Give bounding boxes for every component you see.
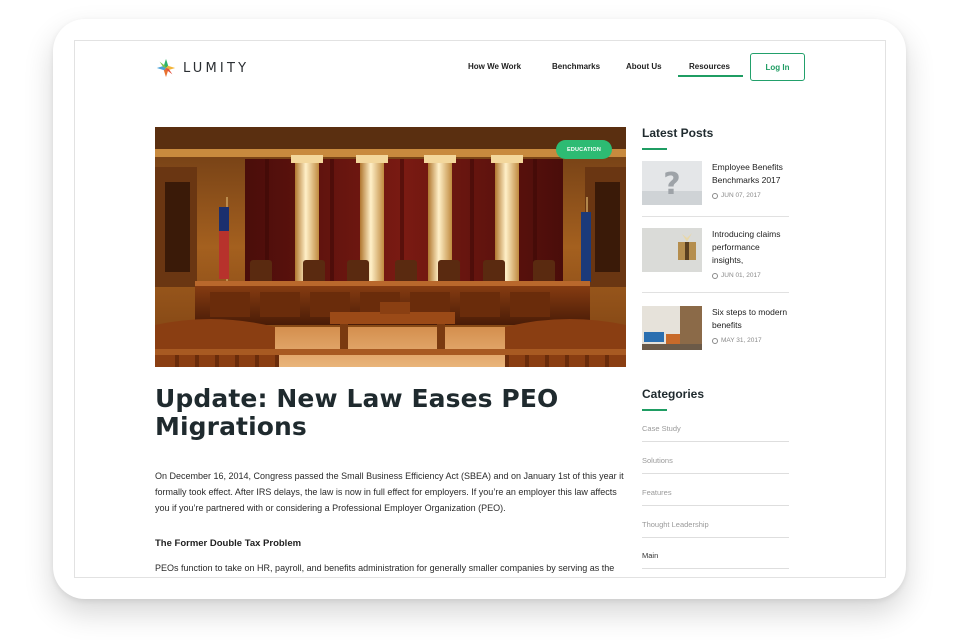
post-date-text: MAY 31, 2017 xyxy=(721,337,762,344)
category-label[interactable]: Features xyxy=(642,488,672,497)
divider xyxy=(642,292,789,293)
post-thumbnail[interactable] xyxy=(642,228,702,272)
hero-image[interactable]: EDUCATION xyxy=(155,127,626,367)
divider xyxy=(642,216,789,217)
post-date-text: JUN 01, 2017 xyxy=(721,272,761,279)
lumity-logo-icon xyxy=(156,58,176,78)
post-date: MAY 31, 2017 xyxy=(712,337,762,344)
latest-posts-heading: Latest Posts xyxy=(642,126,714,150)
clock-icon xyxy=(712,192,718,199)
post-date: JUN 01, 2017 xyxy=(712,272,761,279)
gift-box-image xyxy=(642,228,702,272)
category-link[interactable]: Features xyxy=(642,488,789,506)
divider xyxy=(642,473,789,474)
brand-logo[interactable]: LUMITY xyxy=(155,57,249,79)
divider xyxy=(642,537,789,538)
nav-about-us[interactable]: About Us xyxy=(626,62,662,71)
category-link[interactable]: Solutions xyxy=(642,456,789,474)
login-button[interactable]: Log In xyxy=(750,53,805,81)
article-body: PEOs function to take on HR, payroll, an… xyxy=(155,563,615,573)
clock-icon xyxy=(712,272,718,279)
office-image xyxy=(642,306,702,350)
category-link[interactable]: Thought Leadership xyxy=(642,520,789,538)
latest-posts-title: Latest Posts xyxy=(642,126,714,140)
post-title[interactable]: Six steps to modern benefits xyxy=(712,306,790,332)
category-label[interactable]: Thought Leadership xyxy=(642,520,709,529)
divider xyxy=(642,568,789,569)
article-title: Update: New Law Eases PEO Migrations xyxy=(155,384,559,441)
categories-title: Categories xyxy=(642,387,705,401)
category-tag[interactable]: EDUCATION xyxy=(556,140,612,159)
courtroom-illustration xyxy=(155,127,626,367)
category-label[interactable]: Case Study xyxy=(642,424,681,433)
post-thumbnail[interactable] xyxy=(642,306,702,350)
category-label[interactable]: Solutions xyxy=(642,456,673,465)
nav-how-we-work[interactable]: How We Work xyxy=(468,62,521,71)
divider xyxy=(642,441,789,442)
post-date-text: JUN 07, 2017 xyxy=(721,192,761,199)
nav-benchmarks[interactable]: Benchmarks xyxy=(552,62,600,71)
heading-underline xyxy=(642,409,667,411)
article-intro: On December 16, 2014, Congress passed th… xyxy=(155,471,624,513)
heading-underline xyxy=(642,148,667,150)
post-title[interactable]: Introducing claims performance insights, xyxy=(712,228,790,267)
clock-icon xyxy=(712,337,718,344)
post-date: JUN 07, 2017 xyxy=(712,192,761,199)
post-title[interactable]: Employee Benefits Benchmarks 2017 xyxy=(712,161,790,187)
question-mark-image: ? xyxy=(642,161,702,205)
category-label[interactable]: Main xyxy=(642,551,658,560)
category-link[interactable]: Case Study xyxy=(642,424,789,442)
divider xyxy=(642,505,789,506)
svg-text:?: ? xyxy=(663,167,680,202)
categories-heading: Categories xyxy=(642,387,705,411)
browser-screen: LUMITY How We Work Benchmarks About Us R… xyxy=(74,40,886,578)
brand-name: LUMITY xyxy=(183,60,250,76)
nav-resources[interactable]: Resources xyxy=(678,62,743,77)
article-subheading: The Former Double Tax Problem xyxy=(155,538,302,549)
category-link[interactable]: Main xyxy=(642,551,789,569)
post-thumbnail[interactable]: ? xyxy=(642,161,702,205)
